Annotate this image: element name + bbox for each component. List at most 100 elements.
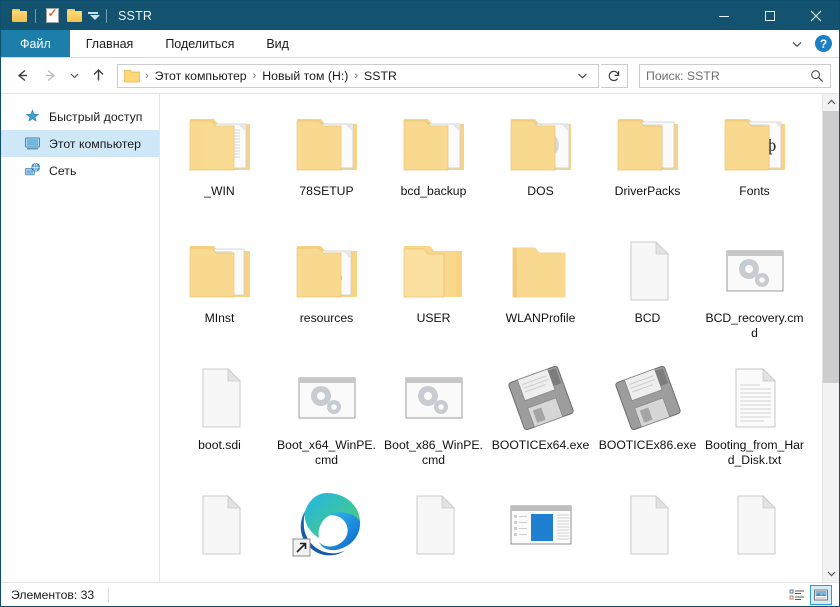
file-name: WLANProfile (505, 311, 576, 325)
breadcrumb-dropdown-icon[interactable] (571, 70, 594, 81)
window-title: SSTR (118, 8, 153, 23)
file-item[interactable] (166, 483, 273, 582)
file-item[interactable] (594, 483, 701, 582)
network-icon (23, 162, 41, 180)
scroll-up-icon[interactable] (823, 94, 840, 111)
file-item[interactable] (273, 483, 380, 582)
computer-icon (23, 135, 41, 153)
file-item[interactable]: DOS (487, 102, 594, 229)
ribbon-right-group: ? (785, 30, 839, 57)
folder-icon-text-doc (180, 106, 260, 182)
breadcrumb[interactable]: › Этот компьютер › Новый том (H:) › SSTR (117, 63, 599, 88)
folder-icon-minst (180, 233, 260, 309)
file-icon-text-lines (715, 360, 795, 436)
file-icon-blank (394, 487, 474, 563)
file-name: _WIN (204, 184, 235, 198)
large-icons-view-icon[interactable] (810, 584, 832, 605)
file-item[interactable]: Boot_x86_WinPE.cmd (380, 356, 487, 483)
file-name: resources (299, 311, 354, 325)
file-name: MInst (204, 311, 235, 325)
tab-home[interactable]: Главная (70, 30, 150, 57)
refresh-icon[interactable] (601, 63, 628, 88)
navigation-pane: Быстрый доступ Этот компьютер Сеть (1, 94, 160, 582)
file-item[interactable]: Booting_from_Hard_Disk.txt (701, 356, 808, 483)
file-grid: _WIN 78SETUP bcd_backup DOS DriverPacks … (160, 94, 818, 582)
file-item[interactable] (380, 483, 487, 582)
tab-file[interactable]: Файл (1, 30, 70, 57)
back-button[interactable] (9, 63, 35, 89)
breadcrumb-separator-2: › (354, 69, 359, 82)
file-item[interactable]: 78SETUP (273, 102, 380, 229)
file-icon-blank (180, 487, 260, 563)
file-item[interactable]: _WIN (166, 102, 273, 229)
minimize-button[interactable] (701, 1, 747, 30)
recent-locations-icon[interactable] (65, 63, 83, 89)
maximize-button[interactable] (747, 1, 793, 30)
file-icon-blank (180, 360, 260, 436)
quick-access-toolbar (8, 5, 112, 27)
file-name: BOOTICEx64.exe (491, 438, 590, 452)
chevron-down-icon[interactable] (785, 32, 809, 56)
address-bar: › Этот компьютер › Новый том (H:) › SSTR… (1, 58, 839, 93)
file-icon-cmd-gears (287, 360, 367, 436)
file-item[interactable]: BOOTICEx64.exe (487, 356, 594, 483)
sidebar-label-network: Сеть (49, 163, 77, 178)
file-item[interactable]: DriverPacks (594, 102, 701, 229)
sidebar-item-network[interactable]: Сеть (1, 157, 159, 184)
scrollbar-track[interactable] (822, 111, 839, 565)
file-item[interactable]: boot.sdi (166, 356, 273, 483)
vertical-scrollbar[interactable] (822, 94, 839, 582)
file-item[interactable]: WLANProfile (487, 229, 594, 356)
search-icon[interactable] (810, 69, 824, 83)
file-item[interactable]: Абф Fonts (701, 102, 808, 229)
file-item[interactable]: MInst (166, 229, 273, 356)
folder-icon-gears-doc (287, 233, 367, 309)
sidebar-item-this-pc[interactable]: Этот компьютер (1, 130, 159, 157)
breadcrumb-item-1[interactable]: Новый том (H:) (259, 69, 351, 83)
scrollbar-thumb[interactable] (822, 111, 839, 384)
file-item[interactable] (701, 483, 808, 582)
scroll-down-icon[interactable] (823, 565, 840, 582)
file-name: 78SETUP (299, 184, 354, 198)
properties-icon[interactable] (41, 5, 63, 27)
sidebar-item-quick-access[interactable]: Быстрый доступ (1, 103, 159, 130)
file-list-pane[interactable]: _WIN 78SETUP bcd_backup DOS DriverPacks … (160, 94, 839, 582)
toolbar-divider-2 (106, 8, 107, 23)
file-item[interactable]: BCD (594, 229, 701, 356)
status-divider (108, 587, 110, 602)
breadcrumb-item-2[interactable]: SSTR (361, 69, 400, 83)
file-name: BCD_recovery.cmd (705, 311, 804, 340)
file-item[interactable]: bcd_backup (380, 102, 487, 229)
file-icon-floppy (608, 360, 688, 436)
file-icon-cmd-gears (394, 360, 474, 436)
item-count: Элементов: 33 (11, 587, 95, 602)
status-bar: Элементов: 33 (1, 582, 839, 606)
file-item[interactable]: USER (380, 229, 487, 356)
title-bar: SSTR (1, 1, 839, 30)
forward-button[interactable] (37, 63, 63, 89)
folder-icon-user (394, 233, 474, 309)
file-item[interactable]: BCD_recovery.cmd (701, 229, 808, 356)
search-placeholder: Поиск: SSTR (646, 68, 720, 83)
details-view-icon[interactable] (786, 585, 808, 605)
breadcrumb-item-0[interactable]: Этот компьютер (152, 69, 250, 83)
file-name: Fonts (739, 184, 770, 198)
file-name: boot.sdi (198, 438, 241, 452)
folder-icon-fonts: Абф (715, 106, 795, 182)
file-item[interactable]: BOOTICEx86.exe (594, 356, 701, 483)
tab-share[interactable]: Поделиться (149, 30, 250, 57)
close-button[interactable] (793, 1, 839, 30)
file-item[interactable]: Boot_x64_WinPE.cmd (273, 356, 380, 483)
tab-view[interactable]: Вид (250, 30, 305, 57)
customize-caret-icon[interactable] (85, 5, 101, 27)
up-button[interactable] (85, 63, 111, 89)
file-item[interactable] (487, 483, 594, 582)
folder-icon[interactable] (8, 5, 30, 27)
search-input[interactable]: Поиск: SSTR (639, 63, 831, 88)
help-button[interactable]: ? (815, 35, 832, 52)
file-name: BOOTICEx86.exe (598, 438, 697, 452)
ribbon-tabs: Файл Главная Поделиться Вид ? (1, 30, 839, 58)
file-name: bcd_backup (400, 184, 467, 198)
file-item[interactable]: resources (273, 229, 380, 356)
new-folder-icon[interactable] (63, 5, 85, 27)
